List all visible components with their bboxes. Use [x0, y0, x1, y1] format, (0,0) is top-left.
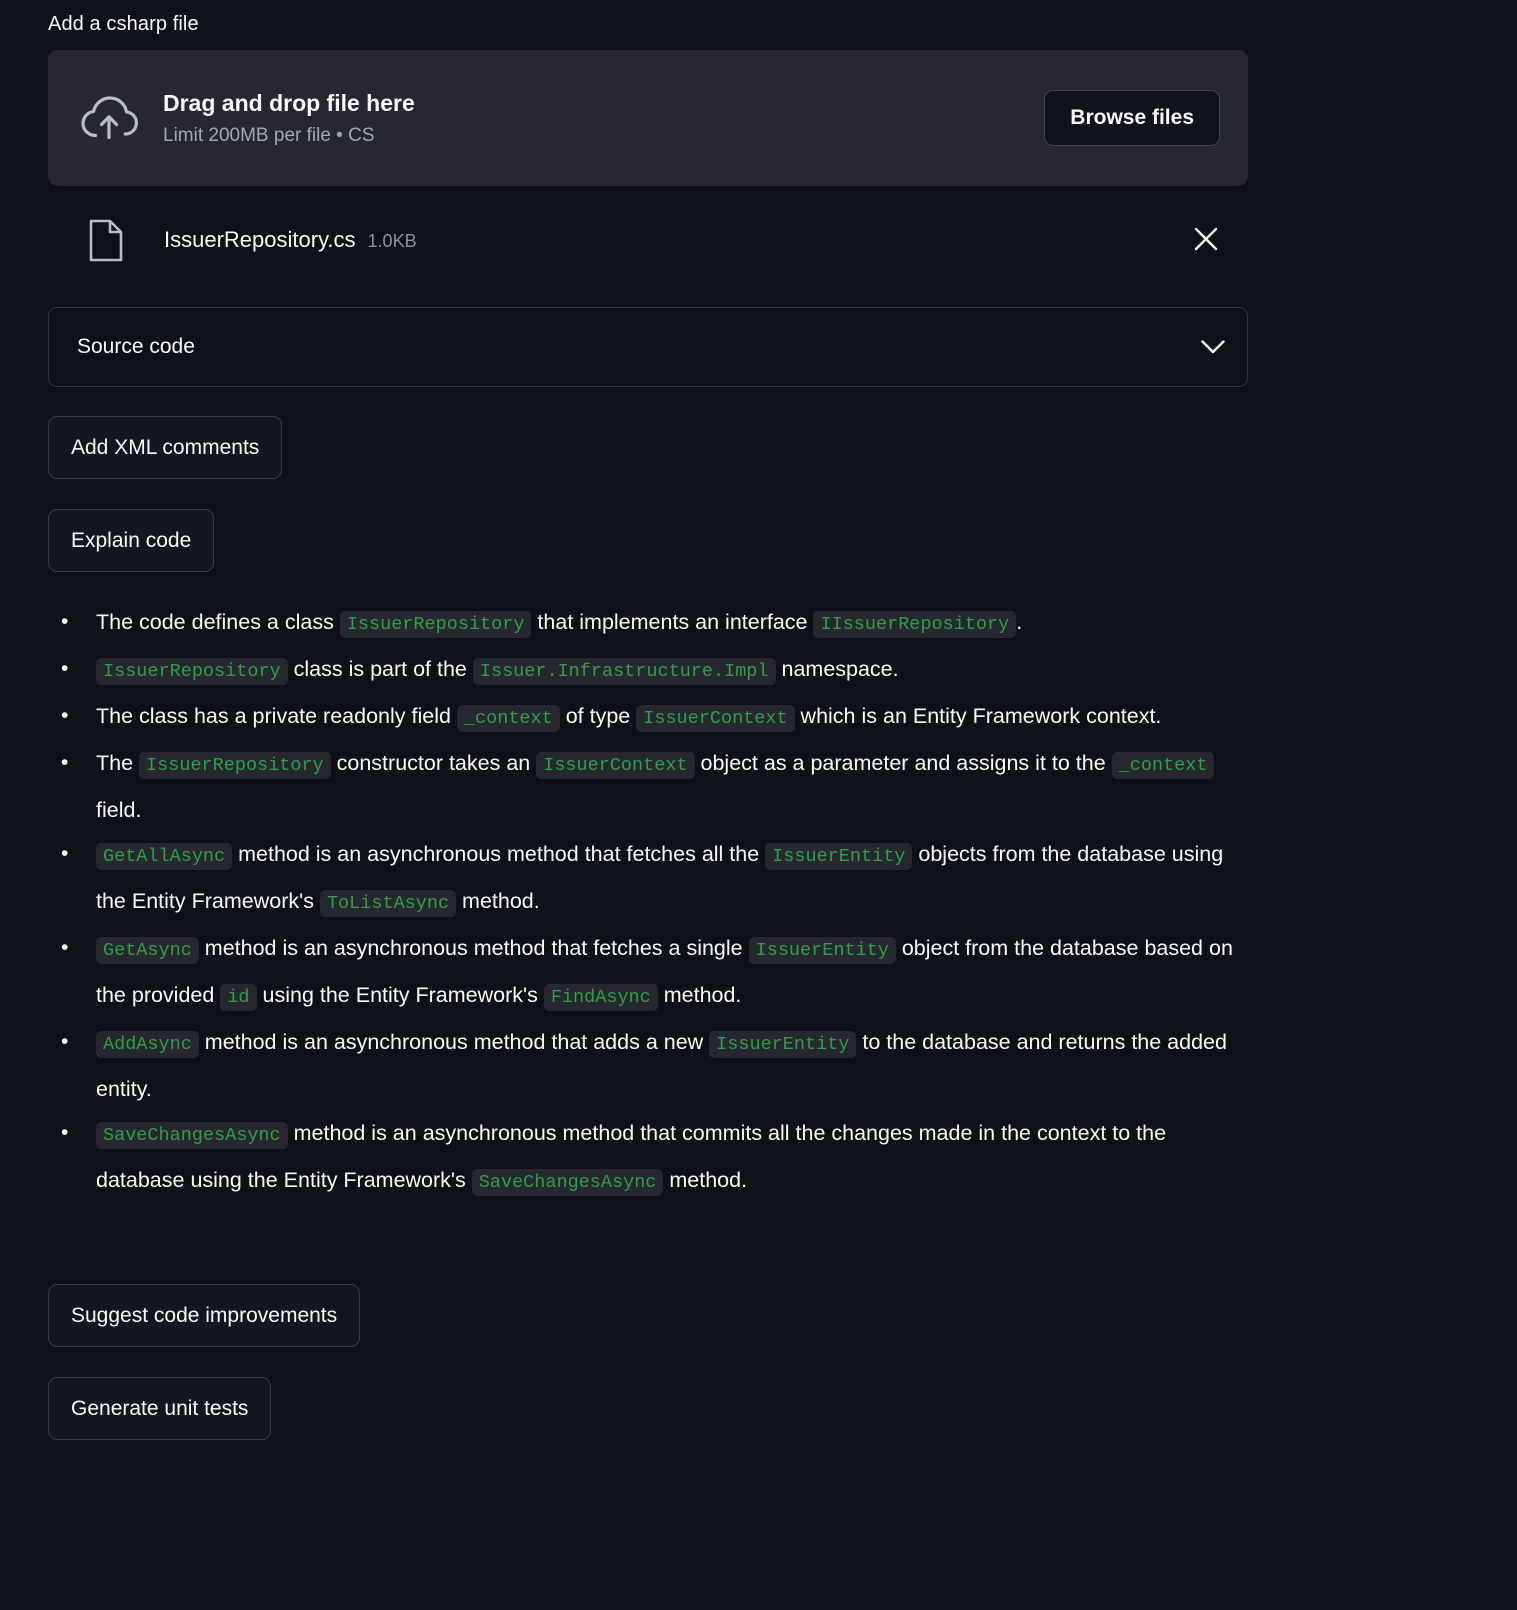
cloud-upload-icon — [78, 87, 140, 149]
app-page: Add a csharp file Drag and drop file her… — [0, 0, 1517, 1610]
explanation-text: method is an asynchronous method that fe… — [199, 936, 749, 960]
dropzone-title: Drag and drop file here — [163, 89, 1044, 118]
add-xml-comments-button[interactable]: Add XML comments — [48, 416, 282, 479]
dropzone-limit: Limit 200MB per file • CS — [163, 124, 1044, 148]
explanation-text: object as a parameter and assigns it to … — [695, 751, 1112, 775]
explanation-text: using the Entity Framework's — [257, 983, 544, 1007]
explanation-text: method. — [456, 889, 540, 913]
inline-code: IssuerRepository — [96, 658, 288, 685]
suggest-code-improvements-button[interactable]: Suggest code improvements — [48, 1284, 360, 1347]
explanation-text: method. — [658, 983, 742, 1007]
expander-label: Source code — [77, 335, 1201, 359]
explain-code-button[interactable]: Explain code — [48, 509, 214, 572]
explanation-text: constructor takes an — [331, 751, 537, 775]
inline-code: ToListAsync — [320, 890, 456, 917]
inline-code: IssuerRepository — [340, 611, 532, 638]
close-icon — [1193, 226, 1219, 255]
inline-code: IssuerEntity — [709, 1031, 856, 1058]
dropzone-text: Drag and drop file here Limit 200MB per … — [163, 89, 1044, 148]
inline-code: GetAsync — [96, 937, 199, 964]
inline-code: IssuerEntity — [765, 843, 912, 870]
inline-code: IssuerEntity — [749, 937, 896, 964]
uploaded-file-row: IssuerRepository.cs 1.0KB — [48, 205, 1248, 275]
explanation-text: field. — [96, 798, 141, 822]
inline-code: id — [220, 984, 256, 1011]
explanation-bullet: The IssuerRepository constructor takes a… — [48, 741, 1258, 832]
explanation-text: that implements an interface — [531, 610, 813, 634]
explanation-text: The class has a private readonly field — [96, 704, 457, 728]
chevron-down-icon[interactable] — [1201, 340, 1225, 355]
explanation-text: of type — [560, 704, 637, 728]
explanation-bullet: The code defines a class IssuerRepositor… — [48, 600, 1258, 647]
explanation-text: class is part of the — [288, 657, 473, 681]
explanation-text: which is an Entity Framework context. — [795, 704, 1162, 728]
explanation-text: method. — [663, 1168, 747, 1192]
explanation-list: The code defines a class IssuerRepositor… — [48, 600, 1258, 1205]
explanation-text: method is an asynchronous method that ad… — [199, 1030, 709, 1054]
inline-code: Issuer.Infrastructure.Impl — [473, 658, 776, 685]
explanation-bullet: The class has a private readonly field _… — [48, 694, 1258, 741]
page-title: Add a csharp file — [48, 13, 199, 36]
remove-file-button[interactable] — [1186, 220, 1226, 260]
file-meta: IssuerRepository.cs 1.0KB — [164, 227, 1186, 253]
browse-files-button[interactable]: Browse files — [1044, 90, 1220, 146]
explanation-bullet: IssuerRepository class is part of the Is… — [48, 647, 1258, 694]
file-icon — [86, 217, 126, 263]
file-size: 1.0KB — [368, 231, 417, 252]
inline-code: SaveChangesAsync — [472, 1169, 664, 1196]
source-code-expander[interactable]: Source code — [48, 307, 1248, 387]
inline-code: _context — [1112, 752, 1215, 779]
inline-code: FindAsync — [544, 984, 658, 1011]
explanation-text: The — [96, 751, 139, 775]
file-dropzone[interactable]: Drag and drop file here Limit 200MB per … — [48, 50, 1248, 186]
explanation-bullet: AddAsync method is an asynchronous metho… — [48, 1020, 1258, 1111]
file-name: IssuerRepository.cs — [164, 227, 356, 253]
explanation-text: The code defines a class — [96, 610, 340, 634]
explanation-text: . — [1016, 610, 1022, 634]
inline-code: GetAllAsync — [96, 843, 232, 870]
inline-code: AddAsync — [96, 1031, 199, 1058]
explanation-text: namespace. — [776, 657, 899, 681]
explanation-bullet: GetAllAsync method is an asynchronous me… — [48, 832, 1258, 926]
inline-code: SaveChangesAsync — [96, 1122, 288, 1149]
explanation-bullet: SaveChangesAsync method is an asynchrono… — [48, 1111, 1258, 1205]
inline-code: IssuerRepository — [139, 752, 331, 779]
explanation-text: method is an asynchronous method that fe… — [232, 842, 765, 866]
inline-code: IssuerContext — [636, 705, 794, 732]
generate-unit-tests-button[interactable]: Generate unit tests — [48, 1377, 271, 1440]
explanation-bullet: GetAsync method is an asynchronous metho… — [48, 926, 1258, 1020]
inline-code: IIssuerRepository — [813, 611, 1016, 638]
inline-code: IssuerContext — [536, 752, 694, 779]
inline-code: _context — [457, 705, 560, 732]
